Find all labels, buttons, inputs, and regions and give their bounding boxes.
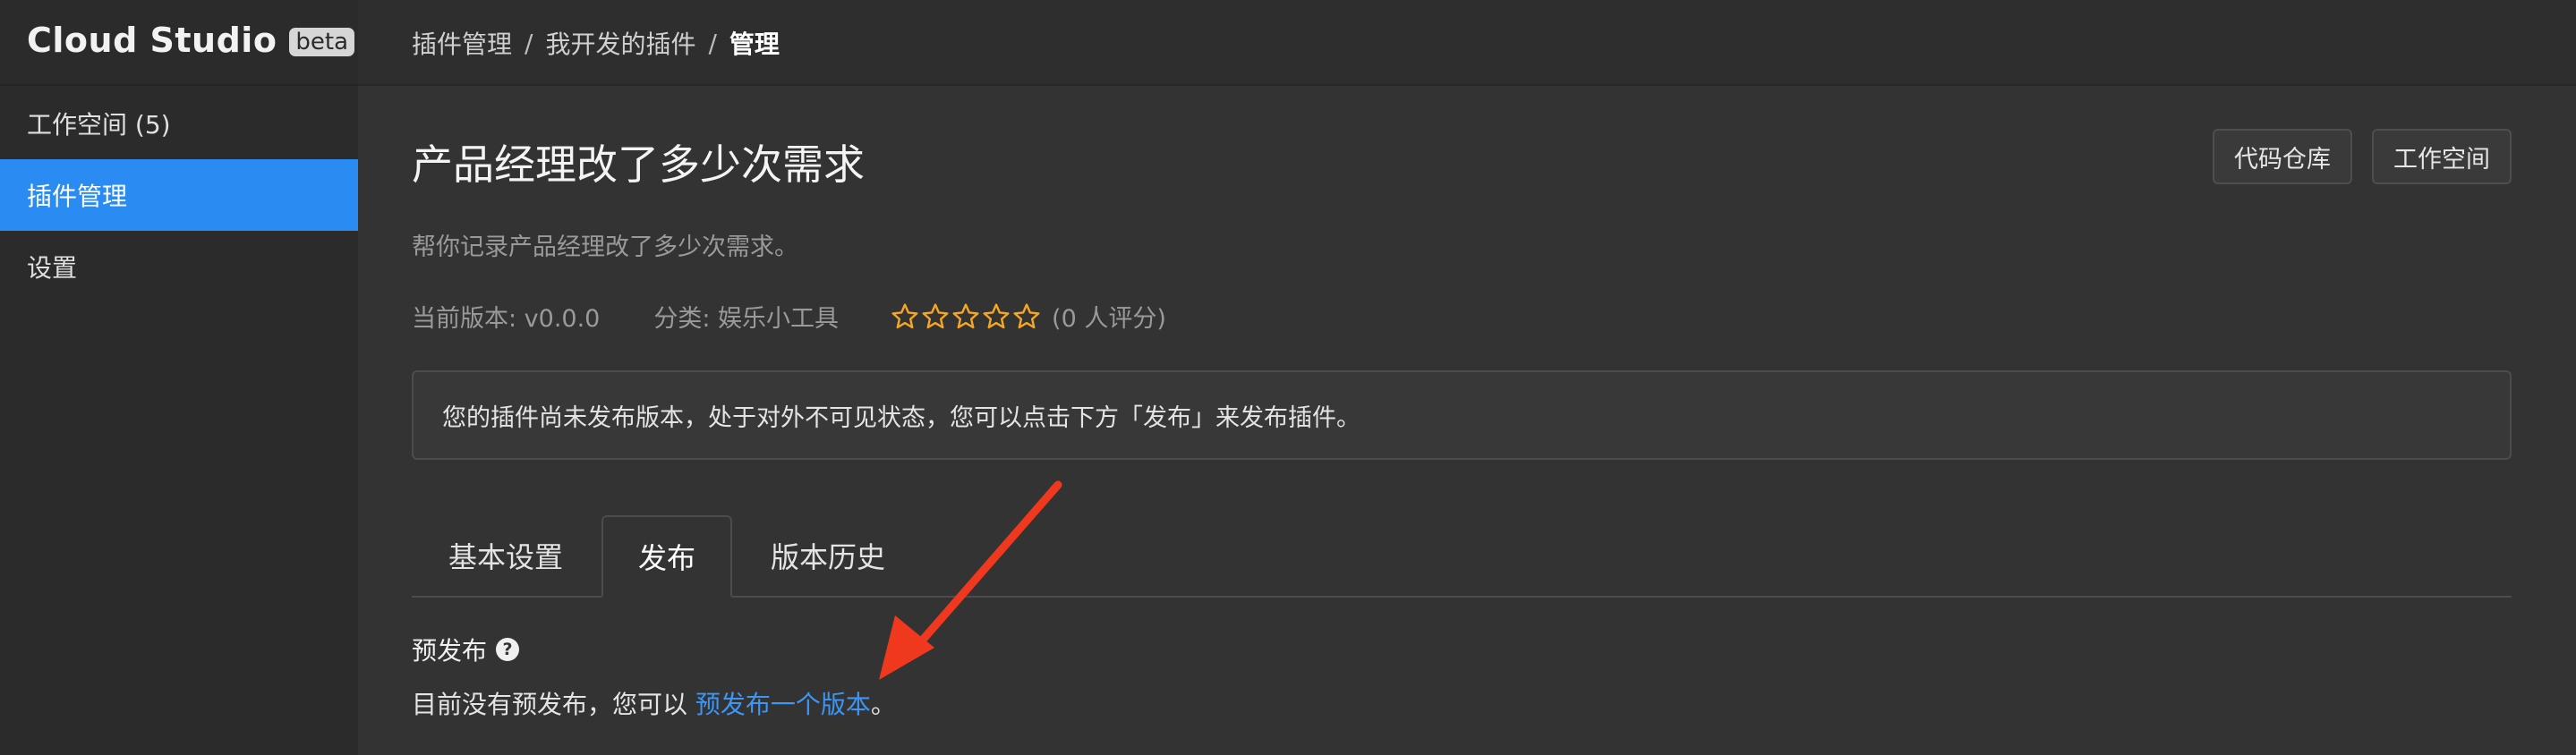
tab-version-history[interactable]: 版本历史 bbox=[734, 515, 922, 596]
prerelease-text-prefix: 目前没有预发布，您可以 bbox=[412, 690, 695, 719]
breadcrumb-my-plugins[interactable]: 我开发的插件 bbox=[545, 25, 695, 61]
prerelease-title: 预发布 bbox=[412, 636, 488, 666]
sidebar-item-settings[interactable]: 设置 bbox=[0, 231, 358, 302]
topbar: 插件管理 / 我开发的插件 / 管理 bbox=[358, 0, 2576, 86]
prerelease-message: 目前没有预发布，您可以 预发布一个版本。 bbox=[412, 685, 896, 721]
breadcrumb-separator: / bbox=[525, 28, 533, 58]
unpublished-notice: 您的插件尚未发布版本，处于对外不可见状态，您可以点击下方「发布」来发布插件。 bbox=[412, 370, 2512, 460]
breadcrumb: 插件管理 / 我开发的插件 / 管理 bbox=[412, 25, 780, 61]
sidebar-item-workspaces[interactable]: 工作空间 (5) bbox=[0, 88, 358, 159]
breadcrumb-current: 管理 bbox=[729, 30, 780, 59]
beta-badge: beta bbox=[289, 28, 355, 56]
star-outline-icon[interactable] bbox=[921, 302, 950, 331]
tab-basic-settings[interactable]: 基本设置 bbox=[412, 515, 600, 596]
prerelease-text-suffix: 。 bbox=[870, 690, 896, 719]
star-outline-icon[interactable] bbox=[982, 302, 1011, 331]
plugin-version: 当前版本: v0.0.0 bbox=[412, 305, 601, 333]
arrow-head bbox=[879, 615, 934, 680]
rating-stars[interactable] bbox=[891, 302, 1041, 331]
prerelease-section-title: 预发布 ? bbox=[412, 632, 520, 667]
tab-bar: 基本设置 发布 版本历史 bbox=[412, 515, 2512, 598]
breadcrumb-plugin-management[interactable]: 插件管理 bbox=[412, 25, 512, 61]
app-root: Cloud Studio beta 工作空间 (5) 插件管理 设置 插件管理 … bbox=[0, 0, 2576, 755]
plugin-category: 分类: 娱乐小工具 bbox=[653, 305, 840, 333]
sidebar-nav: 工作空间 (5) 插件管理 设置 bbox=[0, 88, 358, 302]
title-row: 产品经理改了多少次需求 代码仓库 工作空间 bbox=[412, 129, 2512, 193]
header-actions: 代码仓库 工作空间 bbox=[2213, 129, 2512, 184]
workspace-button[interactable]: 工作空间 bbox=[2372, 129, 2512, 184]
rating-count: (0 人评分) bbox=[1052, 305, 1166, 333]
star-outline-icon[interactable] bbox=[1012, 302, 1041, 331]
breadcrumb-separator: / bbox=[708, 28, 717, 58]
sidebar: Cloud Studio beta 工作空间 (5) 插件管理 设置 bbox=[0, 0, 358, 755]
plugin-title: 产品经理改了多少次需求 bbox=[412, 140, 865, 189]
prerelease-link[interactable]: 预发布一个版本 bbox=[695, 690, 871, 719]
plugin-description: 帮你记录产品经理改了多少次需求。 bbox=[412, 233, 798, 261]
question-circle-icon[interactable]: ? bbox=[496, 638, 520, 661]
brand-name: Cloud Studio bbox=[27, 21, 277, 60]
tab-publish[interactable]: 发布 bbox=[601, 515, 732, 598]
sidebar-item-plugin-management[interactable]: 插件管理 bbox=[0, 159, 358, 231]
sidebar-divider bbox=[0, 84, 358, 86]
brand-logo[interactable]: Cloud Studio beta bbox=[27, 18, 355, 63]
plugin-meta: 当前版本: v0.0.0 分类: 娱乐小工具 (0 人评分) bbox=[412, 299, 1166, 334]
star-outline-icon[interactable] bbox=[891, 302, 919, 331]
code-repo-button[interactable]: 代码仓库 bbox=[2213, 129, 2352, 184]
star-outline-icon[interactable] bbox=[951, 302, 980, 331]
